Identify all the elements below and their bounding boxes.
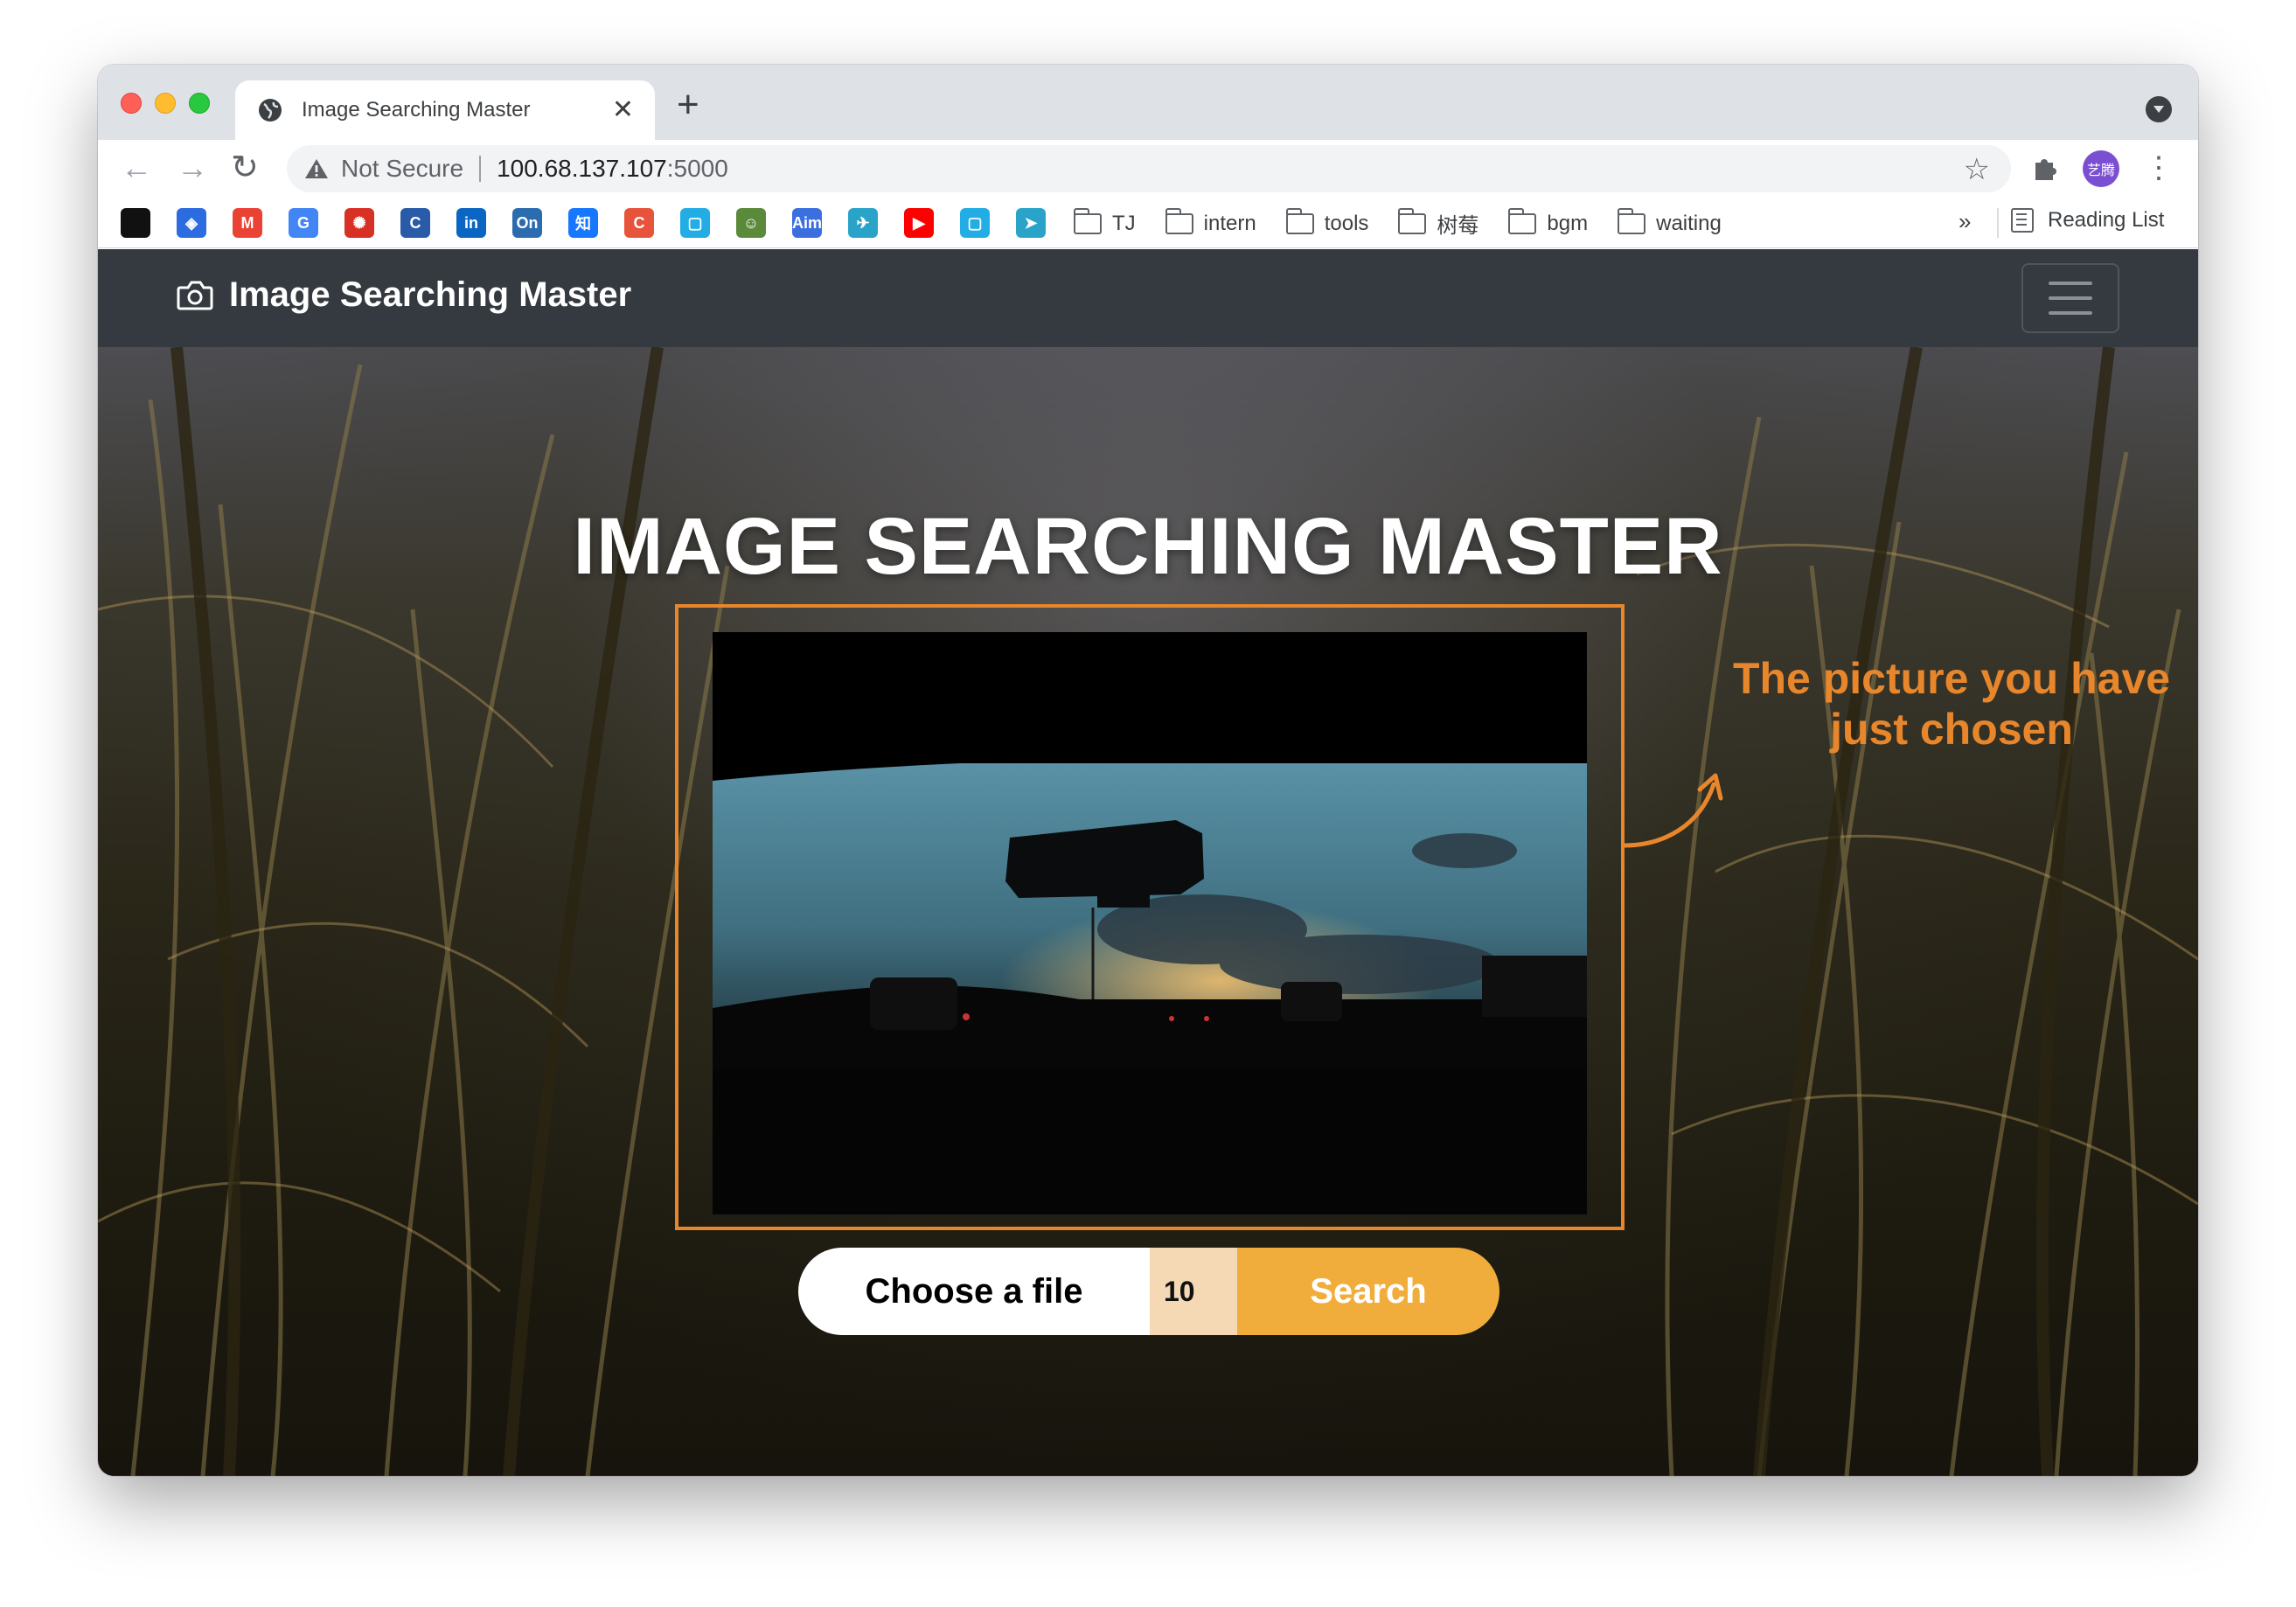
folder-icon — [1165, 207, 1193, 234]
forward-arrow-icon[interactable]: → — [177, 149, 208, 187]
folder-icon — [1508, 207, 1537, 234]
bookmark-folder[interactable]: 树莓 — [1398, 207, 1479, 239]
folder-icon — [1285, 207, 1314, 234]
url-host: 100.68.137.107 — [497, 155, 667, 182]
reload-icon[interactable]: ↻ — [231, 149, 259, 187]
bird-bookmark-icon[interactable]: ✈ — [848, 208, 878, 238]
tab-active[interactable]: Image Searching Master ✕ — [235, 80, 655, 140]
bookmark-folder[interactable]: bgm — [1508, 207, 1589, 236]
hero-title: IMAGE SEARCHING MASTER — [573, 502, 1723, 591]
gmail-bookmark-icon[interactable]: M — [233, 208, 262, 238]
c-red-bookmark-icon[interactable]: C — [624, 208, 654, 238]
browser-menu-icon[interactable]: ⋮ — [2144, 149, 2174, 187]
app-navbar: Image Searching Master — [98, 249, 2198, 347]
hamburger-line — [2049, 296, 2092, 300]
bookmarks-bar: ◈ M G ✺ Cin On 知 C ▢ ☺ Aim ✈ ▶ ▢ ➤ TJ intern tools 树莓 bgm w… — [98, 196, 2198, 248]
search-button[interactable]: Search — [1237, 1248, 1499, 1335]
reading-list-button[interactable]: Reading List — [2011, 208, 2164, 233]
bookmark-folder-label: intern — [1203, 211, 1256, 235]
globe-icon — [259, 99, 282, 122]
github-bookmark-icon[interactable] — [121, 208, 150, 238]
reading-list-label: Reading List — [2048, 208, 2165, 232]
bookmarks-divider — [1997, 208, 1999, 238]
extensions-puzzle-icon[interactable] — [2030, 152, 2060, 190]
telegram-bookmark-icon[interactable]: ➤ — [1016, 208, 1046, 238]
reading-list-icon — [2011, 208, 2034, 233]
url-text: 100.68.137.107:5000 — [497, 155, 728, 183]
navbar-brand[interactable]: Image Searching Master — [177, 275, 631, 315]
bookmark-folder[interactable]: intern — [1165, 207, 1256, 236]
hero-section: IMAGE SEARCHING MASTER The picture you h… — [98, 347, 2198, 1476]
linkedin-bookmark-icon[interactable]: in — [456, 208, 486, 238]
hamburger-line — [2049, 282, 2092, 285]
bookmark-folder-label: 树莓 — [1437, 214, 1479, 238]
zoom-window-button[interactable] — [189, 93, 210, 114]
bookmark-icons: ◈ M G ✺ Cin On 知 C ▢ ☺ Aim ✈ ▶ ▢ ➤ — [121, 208, 1046, 238]
navbar-toggler-button[interactable] — [2021, 263, 2119, 333]
choose-file-button[interactable]: Choose a file — [798, 1248, 1150, 1335]
warning-icon — [305, 159, 328, 178]
c-blue-bookmark-icon[interactable]: C — [400, 208, 430, 238]
camera-icon — [177, 281, 213, 310]
tab-search-icon[interactable] — [2146, 96, 2172, 122]
aim-bookmark-icon[interactable]: Aim — [792, 208, 822, 238]
snowflake-bookmark-icon[interactable]: ✺ — [344, 208, 374, 238]
browser-toolbar: ← → ↻ Not Secure 100.68.137.107:5000 ☆ 艺… — [98, 140, 2198, 196]
bilibili-bookmark-icon[interactable]: ▢ — [680, 208, 710, 238]
bookmark-folder-label: tools — [1324, 211, 1369, 235]
folder-icon — [1618, 207, 1646, 234]
bookmark-folder[interactable]: tools — [1285, 207, 1369, 236]
tab-strip: Image Searching Master ✕ + — [98, 65, 2198, 140]
chosen-image-annotation: The picture you have just chosen — [1732, 654, 2171, 754]
bilibili-2-bookmark-icon[interactable]: ▢ — [960, 208, 990, 238]
address-divider — [479, 156, 482, 182]
tab-title: Image Searching Master — [302, 98, 531, 122]
bookmark-folder-label: TJ — [1112, 211, 1136, 235]
tab-close-icon[interactable]: ✕ — [612, 97, 634, 123]
bookmark-folders: TJ intern tools 树莓 bgm waiting — [1074, 207, 1722, 239]
folder-icon — [1398, 207, 1427, 234]
youtube-bookmark-icon[interactable]: ▶ — [904, 208, 934, 238]
bookmark-folder-label: bgm — [1547, 211, 1589, 235]
onenote-bookmark-icon[interactable]: On — [512, 208, 542, 238]
diamond-bookmark-icon[interactable]: ◈ — [177, 208, 206, 238]
search-form: Choose a file Search — [798, 1248, 1499, 1335]
folder-icon — [1074, 207, 1102, 234]
avatar-bm-bookmark-icon[interactable]: ☺ — [736, 208, 766, 238]
minimize-window-button[interactable] — [155, 93, 176, 114]
close-window-button[interactable] — [121, 93, 142, 114]
result-count-input[interactable] — [1150, 1248, 1237, 1335]
profile-avatar[interactable]: 艺腾 — [2083, 150, 2119, 187]
brand-title: Image Searching Master — [229, 275, 632, 314]
web-page: Image Searching Master IMAGE SEARCHING M… — [98, 249, 2198, 1476]
browser-window: Image Searching Master ✕ + ← → ↻ Not Sec… — [98, 65, 2198, 1476]
address-bar[interactable]: Not Secure 100.68.137.107:5000 ☆ — [287, 145, 2011, 192]
back-arrow-icon[interactable]: ← — [121, 149, 152, 187]
url-port: :5000 — [666, 155, 728, 182]
chosen-image — [713, 632, 1587, 1214]
bookmark-folder-label: waiting — [1656, 211, 1722, 235]
bookmark-folder[interactable]: TJ — [1074, 207, 1136, 236]
hamburger-line — [2049, 311, 2092, 315]
security-label: Not Secure — [341, 155, 464, 182]
translate-bookmark-icon[interactable]: G — [289, 208, 318, 238]
zhihu-bookmark-icon[interactable]: 知 — [568, 208, 598, 238]
bookmarks-overflow-button[interactable]: » — [1959, 208, 1971, 235]
bookmark-folder[interactable]: waiting — [1618, 207, 1722, 236]
bookmark-star-icon[interactable]: ☆ — [1964, 152, 1990, 187]
annotation-arrow-icon — [1622, 773, 1723, 848]
new-tab-button[interactable]: + — [677, 86, 699, 124]
